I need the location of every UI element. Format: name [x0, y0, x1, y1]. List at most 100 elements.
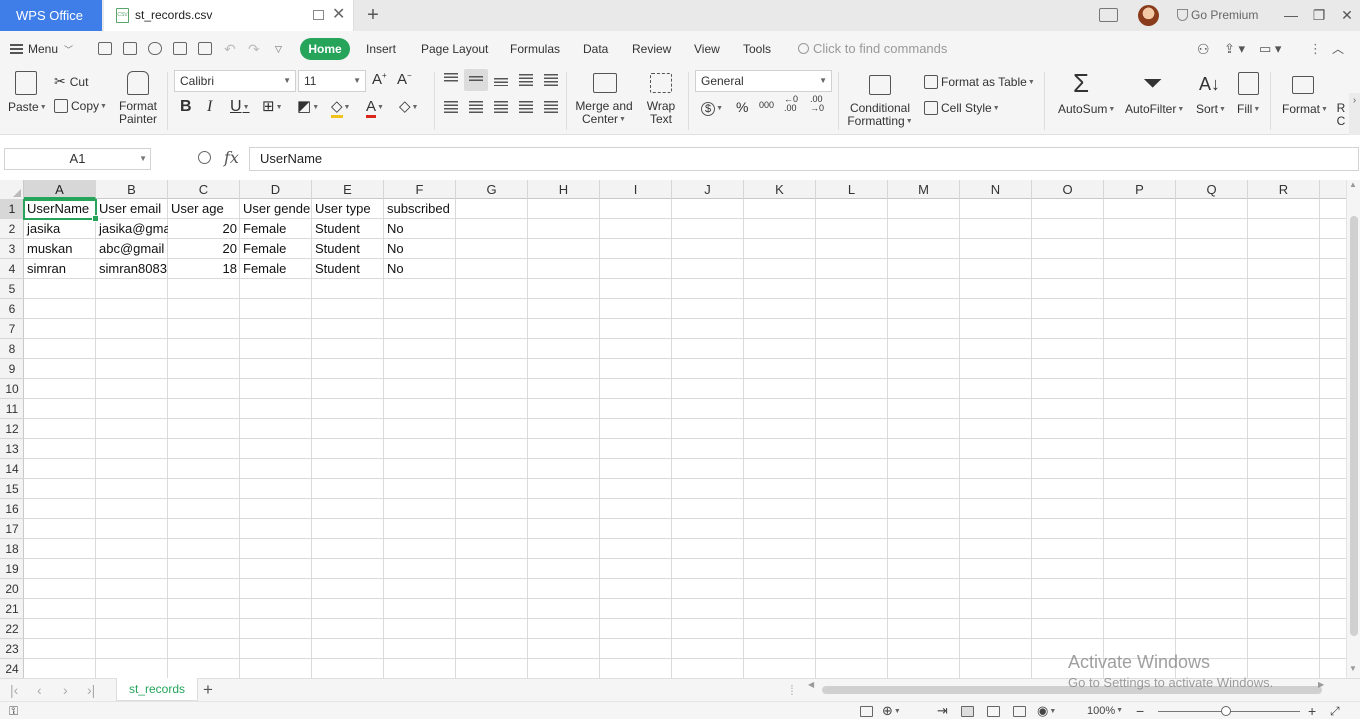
cell-a3[interactable]: muskan [24, 239, 96, 259]
sheet-tab-st-records[interactable]: st_records [116, 678, 198, 701]
currency-button[interactable]: $ ▼ [701, 97, 723, 119]
font-color-icon[interactable]: A▼ [366, 97, 384, 118]
row-header-1[interactable]: 1 [0, 199, 24, 219]
tab-page-layout[interactable]: Page Layout [421, 31, 488, 67]
select-all-corner[interactable] [0, 180, 24, 199]
italic-button[interactable]: I [207, 97, 212, 117]
print-icon[interactable] [173, 42, 187, 55]
increase-font-icon[interactable]: A+ [372, 71, 387, 88]
main-menu-button[interactable]: Menu ﹀ [10, 31, 73, 67]
cell-style-button[interactable]: Cell Style▼ [924, 101, 1000, 115]
key-icon[interactable]: ⚿ [9, 702, 18, 720]
row-header-13[interactable]: 13 [0, 439, 24, 459]
ribbon-scroll-right-icon[interactable]: › [1349, 93, 1360, 135]
cell-c4[interactable]: 18 [168, 259, 240, 279]
row-header-18[interactable]: 18 [0, 539, 24, 559]
tab-view[interactable]: View [694, 31, 720, 67]
column-header-b[interactable]: B [96, 180, 168, 199]
column-header-e[interactable]: E [312, 180, 384, 199]
zoom-level[interactable]: 100%▼ [1087, 702, 1123, 720]
column-header-l[interactable]: L [816, 180, 888, 199]
app-home-tab[interactable]: WPS Office [0, 0, 102, 31]
first-sheet-icon[interactable]: |‹ [10, 679, 18, 701]
scroll-left-icon[interactable]: ◀ [808, 680, 814, 689]
tab-insert[interactable]: Insert [366, 31, 396, 67]
tab-data[interactable]: Data [583, 31, 608, 67]
last-sheet-icon[interactable]: ›| [87, 679, 95, 701]
underline-button[interactable]: U▼ [230, 97, 250, 118]
increase-indent-icon[interactable] [544, 74, 558, 86]
horizontal-scroll-thumb[interactable] [822, 686, 1322, 694]
wrap-text-icon[interactable] [650, 73, 672, 93]
redo-icon[interactable]: ↷ [248, 31, 260, 67]
wrap-text-button[interactable]: Wrap Text [641, 100, 681, 126]
cell-area[interactable]: UserName User email User age User gende User… [24, 199, 1346, 678]
tab-formulas[interactable]: Formulas [510, 31, 560, 67]
float-window-icon[interactable] [313, 10, 324, 20]
scroll-right-icon[interactable]: ▶ [1318, 680, 1324, 689]
cell-e2[interactable]: Student [312, 219, 384, 239]
sort-button[interactable]: Sort▼ [1196, 102, 1226, 116]
tab-tools[interactable]: Tools [743, 31, 771, 67]
format-painter-button[interactable]: Format Painter [114, 100, 162, 126]
row-header-5[interactable]: 5 [0, 279, 24, 299]
window-layout-icon[interactable] [1099, 8, 1118, 22]
decrease-indent-icon[interactable] [519, 74, 533, 86]
font-name-select[interactable]: Calibri ▼ [174, 70, 296, 92]
row-header-9[interactable]: 9 [0, 359, 24, 379]
cell-b2[interactable]: jasika@gma [96, 219, 168, 239]
row-header-15[interactable]: 15 [0, 479, 24, 499]
row-header-4[interactable]: 4 [0, 259, 24, 279]
command-search[interactable]: Click to find commands [798, 31, 947, 67]
cell-c1[interactable]: User age [168, 199, 240, 219]
cell-f1[interactable]: subscribed [384, 199, 456, 219]
bold-button[interactable]: B [180, 97, 192, 117]
justify-icon[interactable] [519, 101, 533, 113]
column-header-g[interactable]: G [456, 180, 528, 199]
go-premium-button[interactable]: Go Premium [1177, 0, 1258, 31]
row-header-16[interactable]: 16 [0, 499, 24, 519]
name-box[interactable]: A1 ▼ [4, 148, 151, 170]
cell-f3[interactable]: No [384, 239, 456, 259]
export-icon[interactable] [148, 42, 162, 55]
number-format-select[interactable]: General ▼ [695, 70, 832, 92]
insert-function-icon[interactable]: fx [224, 148, 239, 167]
minimize-icon[interactable]: — [1277, 0, 1305, 31]
cell-f4[interactable]: No [384, 259, 456, 279]
row-header-6[interactable]: 6 [0, 299, 24, 319]
conditional-formatting-icon[interactable] [869, 75, 891, 95]
align-left-icon[interactable] [444, 101, 458, 113]
paste-icon[interactable] [15, 71, 37, 95]
row-header-22[interactable]: 22 [0, 619, 24, 639]
column-header-q[interactable]: Q [1176, 180, 1248, 199]
collapse-ribbon-icon[interactable]: ︿ [1332, 31, 1344, 67]
undo-icon[interactable]: ↶ [224, 31, 236, 67]
fill-pattern-icon[interactable]: ◩▼ [297, 97, 319, 118]
cell-a1[interactable]: UserName [24, 199, 96, 219]
save-icon[interactable] [123, 42, 137, 55]
zoom-slider-knob[interactable] [1221, 706, 1231, 716]
sort-icon[interactable]: A↓ [1199, 72, 1220, 96]
share-user-icon[interactable]: ⚇ [1197, 31, 1210, 67]
row-header-21[interactable]: 21 [0, 599, 24, 619]
tab-home[interactable]: Home [300, 38, 350, 60]
normal-view-icon[interactable] [961, 706, 974, 717]
page-layout-view-icon[interactable] [1013, 706, 1026, 717]
align-top-icon[interactable] [444, 73, 458, 82]
row-header-11[interactable]: 11 [0, 399, 24, 419]
row-header-23[interactable]: 23 [0, 639, 24, 659]
column-header-p[interactable]: P [1104, 180, 1176, 199]
customize-toolbar-icon[interactable]: ▽ [275, 31, 282, 67]
align-right-icon[interactable] [494, 101, 508, 113]
row-header-19[interactable]: 19 [0, 559, 24, 579]
column-header-f[interactable]: F [384, 180, 456, 199]
merge-center-icon[interactable] [593, 73, 617, 93]
next-sheet-icon[interactable]: › [63, 679, 68, 701]
maximize-icon[interactable]: ❐ [1305, 0, 1333, 31]
zoom-in-icon[interactable]: + [1308, 702, 1316, 720]
fill-down-icon[interactable] [1238, 72, 1259, 95]
zoom-lookup-icon[interactable] [198, 151, 211, 164]
row-header-12[interactable]: 12 [0, 419, 24, 439]
horizontal-scrollbar[interactable]: ◀ ▶ [808, 680, 1328, 695]
column-header-o[interactable]: O [1032, 180, 1104, 199]
